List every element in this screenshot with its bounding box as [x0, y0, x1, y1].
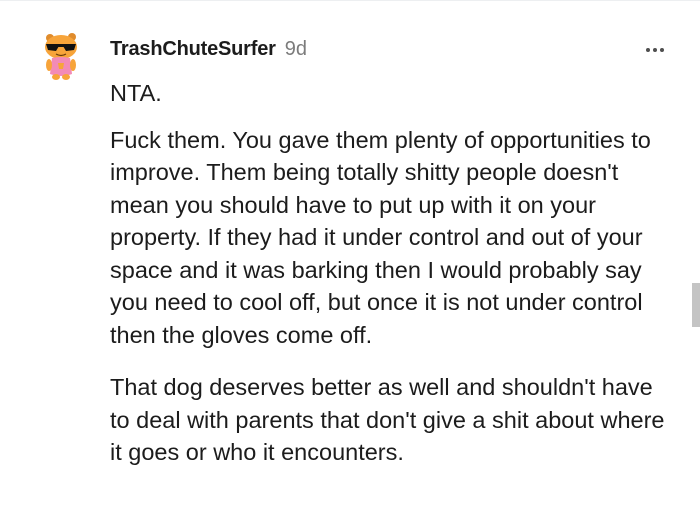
- scrollbar-thumb[interactable]: [692, 283, 700, 327]
- username-link[interactable]: TrashChuteSurfer: [110, 38, 276, 61]
- comment-paragraph: NTA.: [110, 80, 162, 106]
- more-options-icon-dot: [660, 48, 664, 52]
- user-avatar[interactable]: [38, 30, 88, 82]
- comment-paragraph: Fuck them. You gave them plenty of oppor…: [110, 126, 651, 348]
- comment-paragraph: That dog deserves better as well and sho…: [110, 374, 665, 465]
- more-options-icon: [646, 48, 650, 52]
- comment-timestamp[interactable]: 9d: [285, 38, 307, 61]
- comment-body: NTA. Fuck them. You gave them plenty of …: [110, 77, 675, 469]
- comment-header: TrashChuteSurfer 9d: [110, 38, 307, 62]
- more-options-button[interactable]: [640, 38, 670, 62]
- more-options-icon-dot: [653, 48, 657, 52]
- top-divider: [0, 0, 700, 1]
- snoo-avatar-icon: [45, 33, 77, 80]
